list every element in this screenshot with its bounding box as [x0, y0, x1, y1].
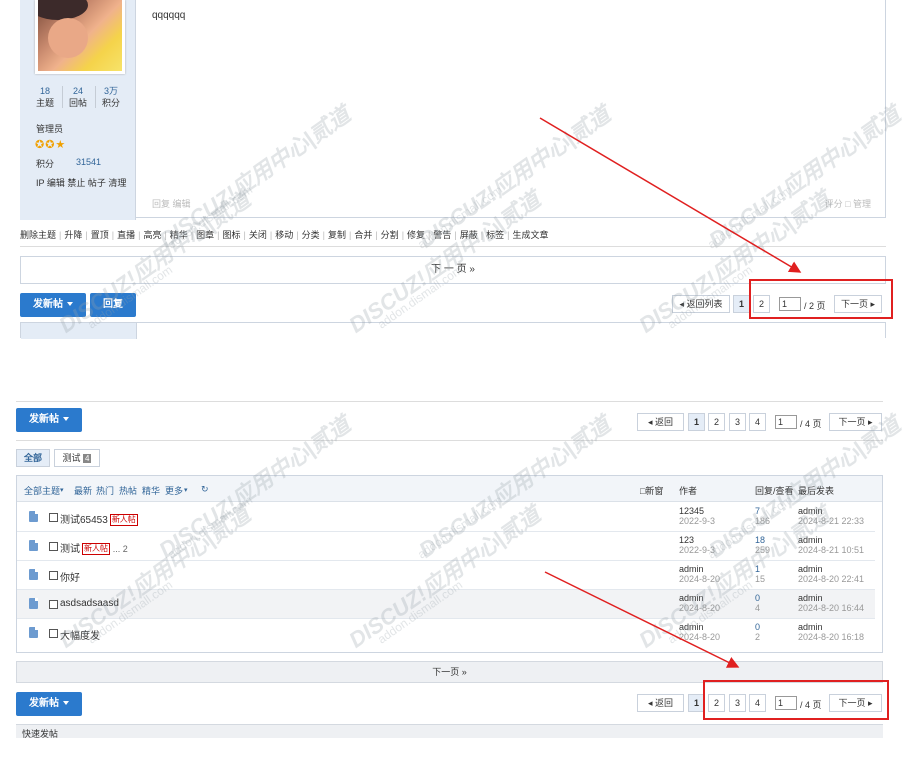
arrow-bottom: [544, 571, 740, 668]
annotation-arrows: [539, 117, 802, 668]
arrow-top: [539, 117, 802, 273]
